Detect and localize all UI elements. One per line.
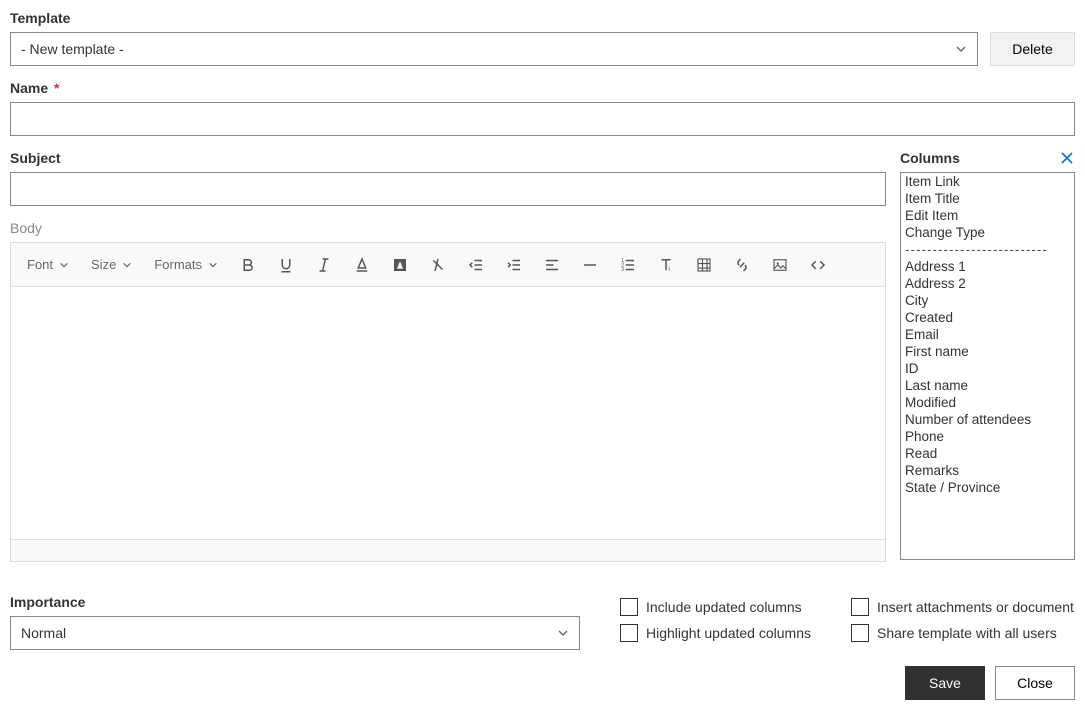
table-button[interactable] <box>690 251 718 279</box>
checkbox-label: Share template with all users <box>877 625 1057 641</box>
editor-toolbar: Font Size Formats <box>11 243 885 287</box>
column-item[interactable]: Item Link <box>901 173 1074 190</box>
horizontal-rule-button[interactable] <box>576 251 604 279</box>
column-item[interactable]: Item Title <box>901 190 1074 207</box>
checkbox-box <box>620 624 638 642</box>
clear-format-button[interactable] <box>424 251 452 279</box>
body-label: Body <box>10 220 886 236</box>
font-select[interactable]: Font <box>21 253 75 276</box>
checkbox-label: Highlight updated columns <box>646 625 811 641</box>
close-icon[interactable] <box>1059 150 1075 166</box>
image-button[interactable] <box>766 251 794 279</box>
underline-button[interactable] <box>272 251 300 279</box>
column-item[interactable]: Read <box>901 445 1074 462</box>
column-item[interactable]: Address 1 <box>901 258 1074 275</box>
columns-list[interactable]: Item LinkItem TitleEdit ItemChange Type-… <box>900 172 1075 560</box>
column-item[interactable]: Address 2 <box>901 275 1074 292</box>
include-updated-checkbox[interactable]: Include updated columns <box>620 598 811 616</box>
editor-status-bar <box>11 539 885 561</box>
template-value: - New template - <box>21 41 124 57</box>
code-button[interactable] <box>804 251 832 279</box>
background-color-button[interactable] <box>386 251 414 279</box>
checkbox-box <box>620 598 638 616</box>
highlight-updated-checkbox[interactable]: Highlight updated columns <box>620 624 811 642</box>
svg-text:3: 3 <box>621 267 624 273</box>
delete-button[interactable]: Delete <box>990 32 1075 66</box>
name-input[interactable] <box>10 102 1075 136</box>
chevron-down-icon <box>122 260 132 270</box>
rich-text-editor: Font Size Formats <box>10 242 886 562</box>
column-item[interactable]: City <box>901 292 1074 309</box>
importance-select[interactable]: Normal <box>10 616 580 650</box>
text-style-button[interactable]: I <box>652 251 680 279</box>
subject-input[interactable] <box>10 172 886 206</box>
size-select-label: Size <box>91 257 116 272</box>
column-item[interactable]: Last name <box>901 377 1074 394</box>
italic-button[interactable] <box>310 251 338 279</box>
formats-select[interactable]: Formats <box>148 253 224 276</box>
bold-button[interactable] <box>234 251 262 279</box>
column-item[interactable]: Phone <box>901 428 1074 445</box>
checkbox-label: Include updated columns <box>646 599 802 615</box>
column-item[interactable]: Created <box>901 309 1074 326</box>
share-template-checkbox[interactable]: Share template with all users <box>851 624 1074 642</box>
chevron-down-icon <box>557 627 569 639</box>
columns-divider: -------------------------- <box>901 241 1074 258</box>
column-item[interactable]: Edit Item <box>901 207 1074 224</box>
importance-label: Importance <box>10 594 580 610</box>
name-label: Name * <box>10 80 1075 96</box>
save-button[interactable]: Save <box>905 666 985 700</box>
name-label-text: Name <box>10 80 48 96</box>
indent-button[interactable] <box>500 251 528 279</box>
checkbox-box <box>851 598 869 616</box>
formats-select-label: Formats <box>154 257 202 272</box>
column-item[interactable]: ID <box>901 360 1074 377</box>
column-item[interactable]: Number of attendees <box>901 411 1074 428</box>
subject-label: Subject <box>10 150 886 166</box>
template-select[interactable]: - New template - <box>10 32 978 66</box>
svg-text:I: I <box>668 267 670 273</box>
chevron-down-icon <box>59 260 69 270</box>
chevron-down-icon <box>208 260 218 270</box>
required-mark: * <box>54 80 59 96</box>
text-color-button[interactable] <box>348 251 376 279</box>
insert-attachments-checkbox[interactable]: Insert attachments or document <box>851 598 1074 616</box>
column-item[interactable]: First name <box>901 343 1074 360</box>
columns-label: Columns <box>900 150 960 166</box>
column-item[interactable]: State / Province <box>901 479 1074 496</box>
column-item[interactable]: Modified <box>901 394 1074 411</box>
column-item[interactable]: Email <box>901 326 1074 343</box>
importance-value: Normal <box>21 625 66 641</box>
outdent-button[interactable] <box>462 251 490 279</box>
chevron-down-icon <box>955 43 967 55</box>
font-select-label: Font <box>27 257 53 272</box>
editor-content[interactable] <box>11 287 885 539</box>
close-button[interactable]: Close <box>995 666 1075 700</box>
checkbox-label: Insert attachments or document <box>877 599 1074 615</box>
size-select[interactable]: Size <box>85 253 138 276</box>
column-item[interactable]: Change Type <box>901 224 1074 241</box>
column-item[interactable]: Remarks <box>901 462 1074 479</box>
checkbox-box <box>851 624 869 642</box>
unlink-button[interactable] <box>728 251 756 279</box>
numbered-list-button[interactable]: 123 <box>614 251 642 279</box>
align-button[interactable] <box>538 251 566 279</box>
template-label: Template <box>10 10 978 26</box>
